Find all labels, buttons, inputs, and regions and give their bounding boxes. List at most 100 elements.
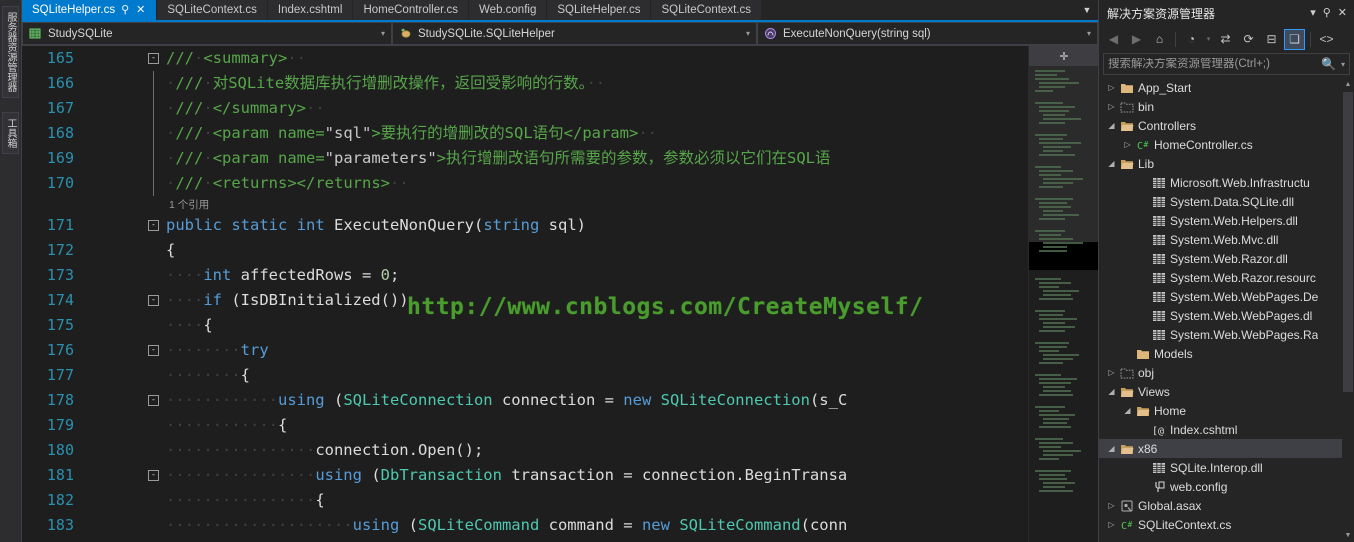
tree-node[interactable]: ▷ Global.asax bbox=[1099, 496, 1354, 515]
fold-collapse-icon[interactable]: - bbox=[148, 470, 159, 481]
navbar-member-dropdown[interactable]: ExecuteNonQuery(string sql) ▾ bbox=[757, 22, 1098, 45]
sync-icon[interactable]: ⇄ bbox=[1215, 29, 1236, 50]
chevron-down-icon[interactable]: ▾ bbox=[736, 29, 750, 38]
close-icon[interactable]: ✕ bbox=[135, 4, 146, 16]
tree-node[interactable]: System.Web.Razor.resourc bbox=[1099, 268, 1354, 287]
expander-collapsed-icon[interactable]: ▷ bbox=[1105, 83, 1118, 92]
code-line[interactable]: 177 ········{ bbox=[22, 363, 1098, 388]
minimap-drag-handle[interactable]: ✛ bbox=[1029, 46, 1098, 66]
code-line[interactable]: 172 { bbox=[22, 238, 1098, 263]
code-line[interactable]: 182 ················{ bbox=[22, 488, 1098, 513]
expander-expanded-icon[interactable]: ◢ bbox=[1105, 387, 1118, 396]
code-line[interactable]: 170 ·///·<returns></returns>·· bbox=[22, 171, 1098, 196]
expander-collapsed-icon[interactable]: ▷ bbox=[1105, 501, 1118, 510]
code-line[interactable]: 183 ····················using (SQLiteComm… bbox=[22, 513, 1098, 538]
fold-collapse-icon[interactable]: - bbox=[148, 53, 159, 64]
dock-tab-server-explorer[interactable]: 服务器资源管理器 bbox=[2, 6, 19, 98]
tree-node[interactable]: System.Data.SQLite.dll bbox=[1099, 192, 1354, 211]
tab-sqlitecontext-cs[interactable]: SQLiteContext.cs bbox=[157, 0, 268, 20]
code-line[interactable]: 166 ·///·对SQLite数据库执行增删改操作，返回受影响的行数。·· bbox=[22, 71, 1098, 96]
panel-menu-chevron-down-icon[interactable]: ▾ bbox=[1310, 7, 1316, 19]
tab-sqlitehelper-cs-2[interactable]: SQLiteHelper.cs bbox=[547, 0, 652, 20]
tree-node[interactable]: ◢ Views bbox=[1099, 382, 1354, 401]
tree-node[interactable]: Microsoft.Web.Infrastructu bbox=[1099, 173, 1354, 192]
refresh-icon[interactable]: ⟳ bbox=[1238, 29, 1259, 50]
fold-collapse-icon[interactable]: - bbox=[148, 295, 159, 306]
navbar-project-dropdown[interactable]: StudySQLite ▾ bbox=[22, 22, 392, 45]
show-all-files-icon[interactable]: ❏ bbox=[1284, 28, 1305, 50]
code-line[interactable]: 174 - ····if (IsDBInitialized()) bbox=[22, 288, 1098, 313]
pin-icon[interactable]: ⚲ bbox=[120, 4, 130, 16]
back-icon[interactable]: ◀ bbox=[1103, 29, 1124, 50]
codelens-reference-count[interactable]: 1 个引用 bbox=[169, 199, 209, 212]
code-line[interactable]: 171 - public static int ExecuteNonQuery(st… bbox=[22, 213, 1098, 238]
close-icon[interactable]: ✕ bbox=[1338, 7, 1347, 19]
code-line[interactable]: 167 ·///·</summary>·· bbox=[22, 96, 1098, 121]
code-line[interactable]: 169 ·///·<param name="parameters">执行增删改语句… bbox=[22, 146, 1098, 171]
tree-node[interactable]: Models bbox=[1099, 344, 1354, 363]
chevron-down-icon[interactable]: ▾ bbox=[1204, 29, 1213, 50]
expander-expanded-icon[interactable]: ◢ bbox=[1121, 406, 1134, 415]
tree-node[interactable]: System.Web.Razor.dll bbox=[1099, 249, 1354, 268]
code-line[interactable]: 178 - ············using (SQLiteConnection … bbox=[22, 388, 1098, 413]
forward-icon[interactable]: ▶ bbox=[1126, 29, 1147, 50]
chevron-down-icon[interactable]: ▾ bbox=[1077, 29, 1091, 38]
tab-web-config[interactable]: Web.config bbox=[469, 0, 548, 20]
expander-collapsed-icon[interactable]: ▷ bbox=[1105, 520, 1118, 529]
tree-node[interactable]: ▷ C # SQLiteContext.cs bbox=[1099, 515, 1354, 534]
tree-node[interactable]: ▷ App_Start bbox=[1099, 78, 1354, 97]
tab-sqlitecontext-cs-2[interactable]: SQLiteContext.cs bbox=[651, 0, 762, 20]
tree-node[interactable]: System.Web.Helpers.dll bbox=[1099, 211, 1354, 230]
fold-collapse-icon[interactable]: - bbox=[148, 220, 159, 231]
expander-expanded-icon[interactable]: ◢ bbox=[1105, 444, 1118, 453]
scrollbar-thumb[interactable] bbox=[1343, 92, 1353, 392]
expander-collapsed-icon[interactable]: ▷ bbox=[1105, 102, 1118, 111]
navbar-type-dropdown[interactable]: StudySQLite.SQLiteHelper ▾ bbox=[392, 22, 757, 45]
fold-collapse-icon[interactable]: - bbox=[148, 345, 159, 356]
expander-collapsed-icon[interactable]: ▷ bbox=[1121, 140, 1134, 149]
dock-tab-toolbox[interactable]: 工具箱 bbox=[2, 112, 19, 154]
tree-node[interactable]: SQLite.Interop.dll bbox=[1099, 458, 1354, 477]
pending-changes-icon[interactable]: ◔ bbox=[1181, 29, 1202, 50]
tab-overflow-chevron-down-icon[interactable]: ▼ bbox=[1076, 0, 1098, 20]
scroll-down-icon[interactable]: ▼ bbox=[1342, 529, 1354, 542]
expander-expanded-icon[interactable]: ◢ bbox=[1105, 159, 1118, 168]
tree-node[interactable]: ◢ Home bbox=[1099, 401, 1354, 420]
search-icon[interactable]: 🔍 bbox=[1319, 57, 1338, 71]
code-line[interactable]: 181 - ················using (DbTransaction… bbox=[22, 463, 1098, 488]
home-icon[interactable]: ⌂ bbox=[1149, 29, 1170, 50]
code-line[interactable]: 176 - ········try bbox=[22, 338, 1098, 363]
expander-collapsed-icon[interactable]: ▷ bbox=[1105, 368, 1118, 377]
code-editor[interactable]: 165-///·<summary>·· 166 ·///·对SQLite数据库执行增… bbox=[22, 46, 1098, 542]
code-text-area[interactable]: 165-///·<summary>·· 166 ·///·对SQLite数据库执行增… bbox=[22, 46, 1098, 542]
code-line[interactable]: 168 ·///·<param name="sql">要执行的增删改的SQL语句<… bbox=[22, 121, 1098, 146]
chevron-down-icon[interactable]: ▾ bbox=[371, 29, 385, 38]
view-code-icon[interactable]: <> bbox=[1316, 29, 1337, 50]
tree-node[interactable]: ▷ obj bbox=[1099, 363, 1354, 382]
tree-node[interactable]: System.Web.WebPages.Ra bbox=[1099, 325, 1354, 344]
code-line[interactable]: 165 -///·<summary>·· bbox=[22, 46, 1098, 71]
tree-node[interactable]: System.Web.Mvc.dll bbox=[1099, 230, 1354, 249]
tree-node[interactable]: ◢ x86 bbox=[1099, 439, 1354, 458]
tree-node[interactable]: System.Web.WebPages.dl bbox=[1099, 306, 1354, 325]
tree-node[interactable]: ▷ bin bbox=[1099, 97, 1354, 116]
code-line[interactable]: 173 ····int affectedRows = 0; bbox=[22, 263, 1098, 288]
tree-node[interactable]: ▷ C # HomeController.cs bbox=[1099, 135, 1354, 154]
solution-explorer-search[interactable]: 🔍 ▾ bbox=[1103, 53, 1350, 75]
expander-expanded-icon[interactable]: ◢ bbox=[1105, 121, 1118, 130]
code-line[interactable]: 179 ············{ bbox=[22, 413, 1098, 438]
tab-index-cshtml[interactable]: Index.cshtml bbox=[267, 0, 354, 20]
search-input[interactable] bbox=[1108, 58, 1320, 70]
tree-node[interactable]: [@] Index.cshtml bbox=[1099, 420, 1354, 439]
tree-node[interactable]: web.config bbox=[1099, 477, 1354, 496]
tree-node[interactable]: ◢ Controllers bbox=[1099, 116, 1354, 135]
fold-collapse-icon[interactable]: - bbox=[148, 395, 159, 406]
tree-node[interactable]: System.Web.WebPages.De bbox=[1099, 287, 1354, 306]
code-minimap[interactable]: ✛ bbox=[1028, 46, 1098, 542]
tree-node[interactable]: ◢ Lib bbox=[1099, 154, 1354, 173]
tab-homecontroller-cs[interactable]: HomeController.cs bbox=[353, 0, 470, 20]
pin-icon[interactable]: ⚲ bbox=[1323, 7, 1331, 19]
code-line[interactable]: 180 ················connection.Open(); bbox=[22, 438, 1098, 463]
chevron-down-icon[interactable]: ▾ bbox=[1338, 60, 1345, 69]
scroll-up-icon[interactable]: ▲ bbox=[1342, 78, 1354, 91]
